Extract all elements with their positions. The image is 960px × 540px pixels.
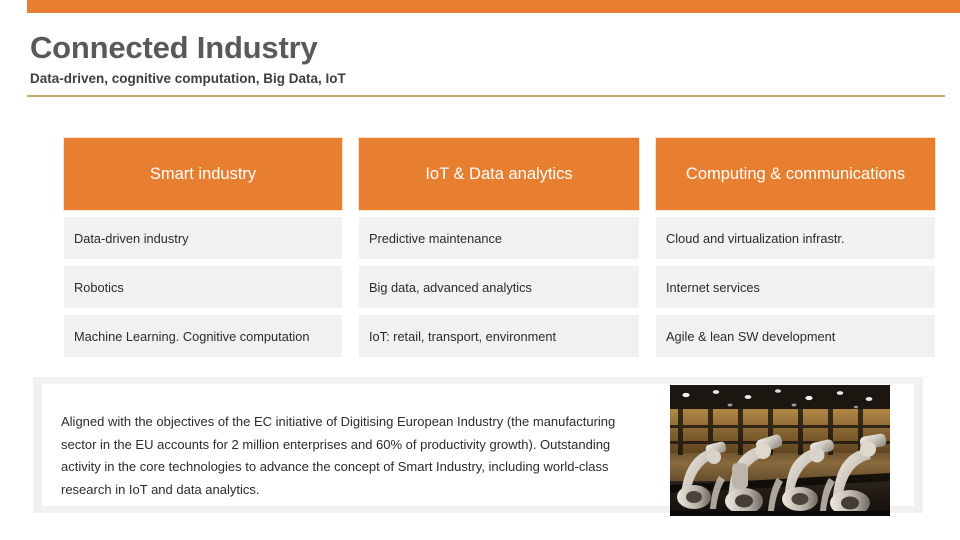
table-row: Data-driven industry Predictive maintena… — [64, 217, 935, 259]
cell-col2-row3: IoT: retail, transport, environment — [359, 315, 639, 357]
title-divider — [27, 95, 945, 97]
cell-col2-row2: Big data, advanced analytics — [359, 266, 639, 308]
table-header-row: Smart industry IoT & Data analytics Comp… — [64, 138, 935, 210]
three-column-table: Smart industry IoT & Data analytics Comp… — [47, 131, 935, 364]
factory-robots-photo — [670, 385, 890, 516]
column-header-computing-communications: Computing & communications — [656, 138, 935, 210]
cell-col3-row1: Cloud and virtualization infrastr. — [656, 217, 935, 259]
cell-col1-row3: Machine Learning. Cognitive computation — [64, 315, 342, 357]
cell-col1-row2: Robotics — [64, 266, 342, 308]
table-row: Machine Learning. Cognitive computation … — [64, 315, 935, 357]
top-accent-bar — [27, 0, 960, 13]
summary-text: Aligned with the objectives of the EC in… — [61, 414, 616, 497]
title-block: Connected Industry Data-driven, cognitiv… — [30, 28, 930, 88]
table-row: Robotics Big data, advanced analytics In… — [64, 266, 935, 308]
cell-col1-row1: Data-driven industry — [64, 217, 342, 259]
page-subtitle: Data-driven, cognitive computation, Big … — [30, 71, 346, 86]
page-title: Connected Industry — [30, 30, 318, 65]
column-header-smart-industry: Smart industry — [64, 138, 342, 210]
cell-col2-row1: Predictive maintenance — [359, 217, 639, 259]
cell-col3-row3: Agile & lean SW development — [656, 315, 935, 357]
cell-col3-row2: Internet services — [656, 266, 935, 308]
column-header-iot-data-analytics: IoT & Data analytics — [359, 138, 639, 210]
